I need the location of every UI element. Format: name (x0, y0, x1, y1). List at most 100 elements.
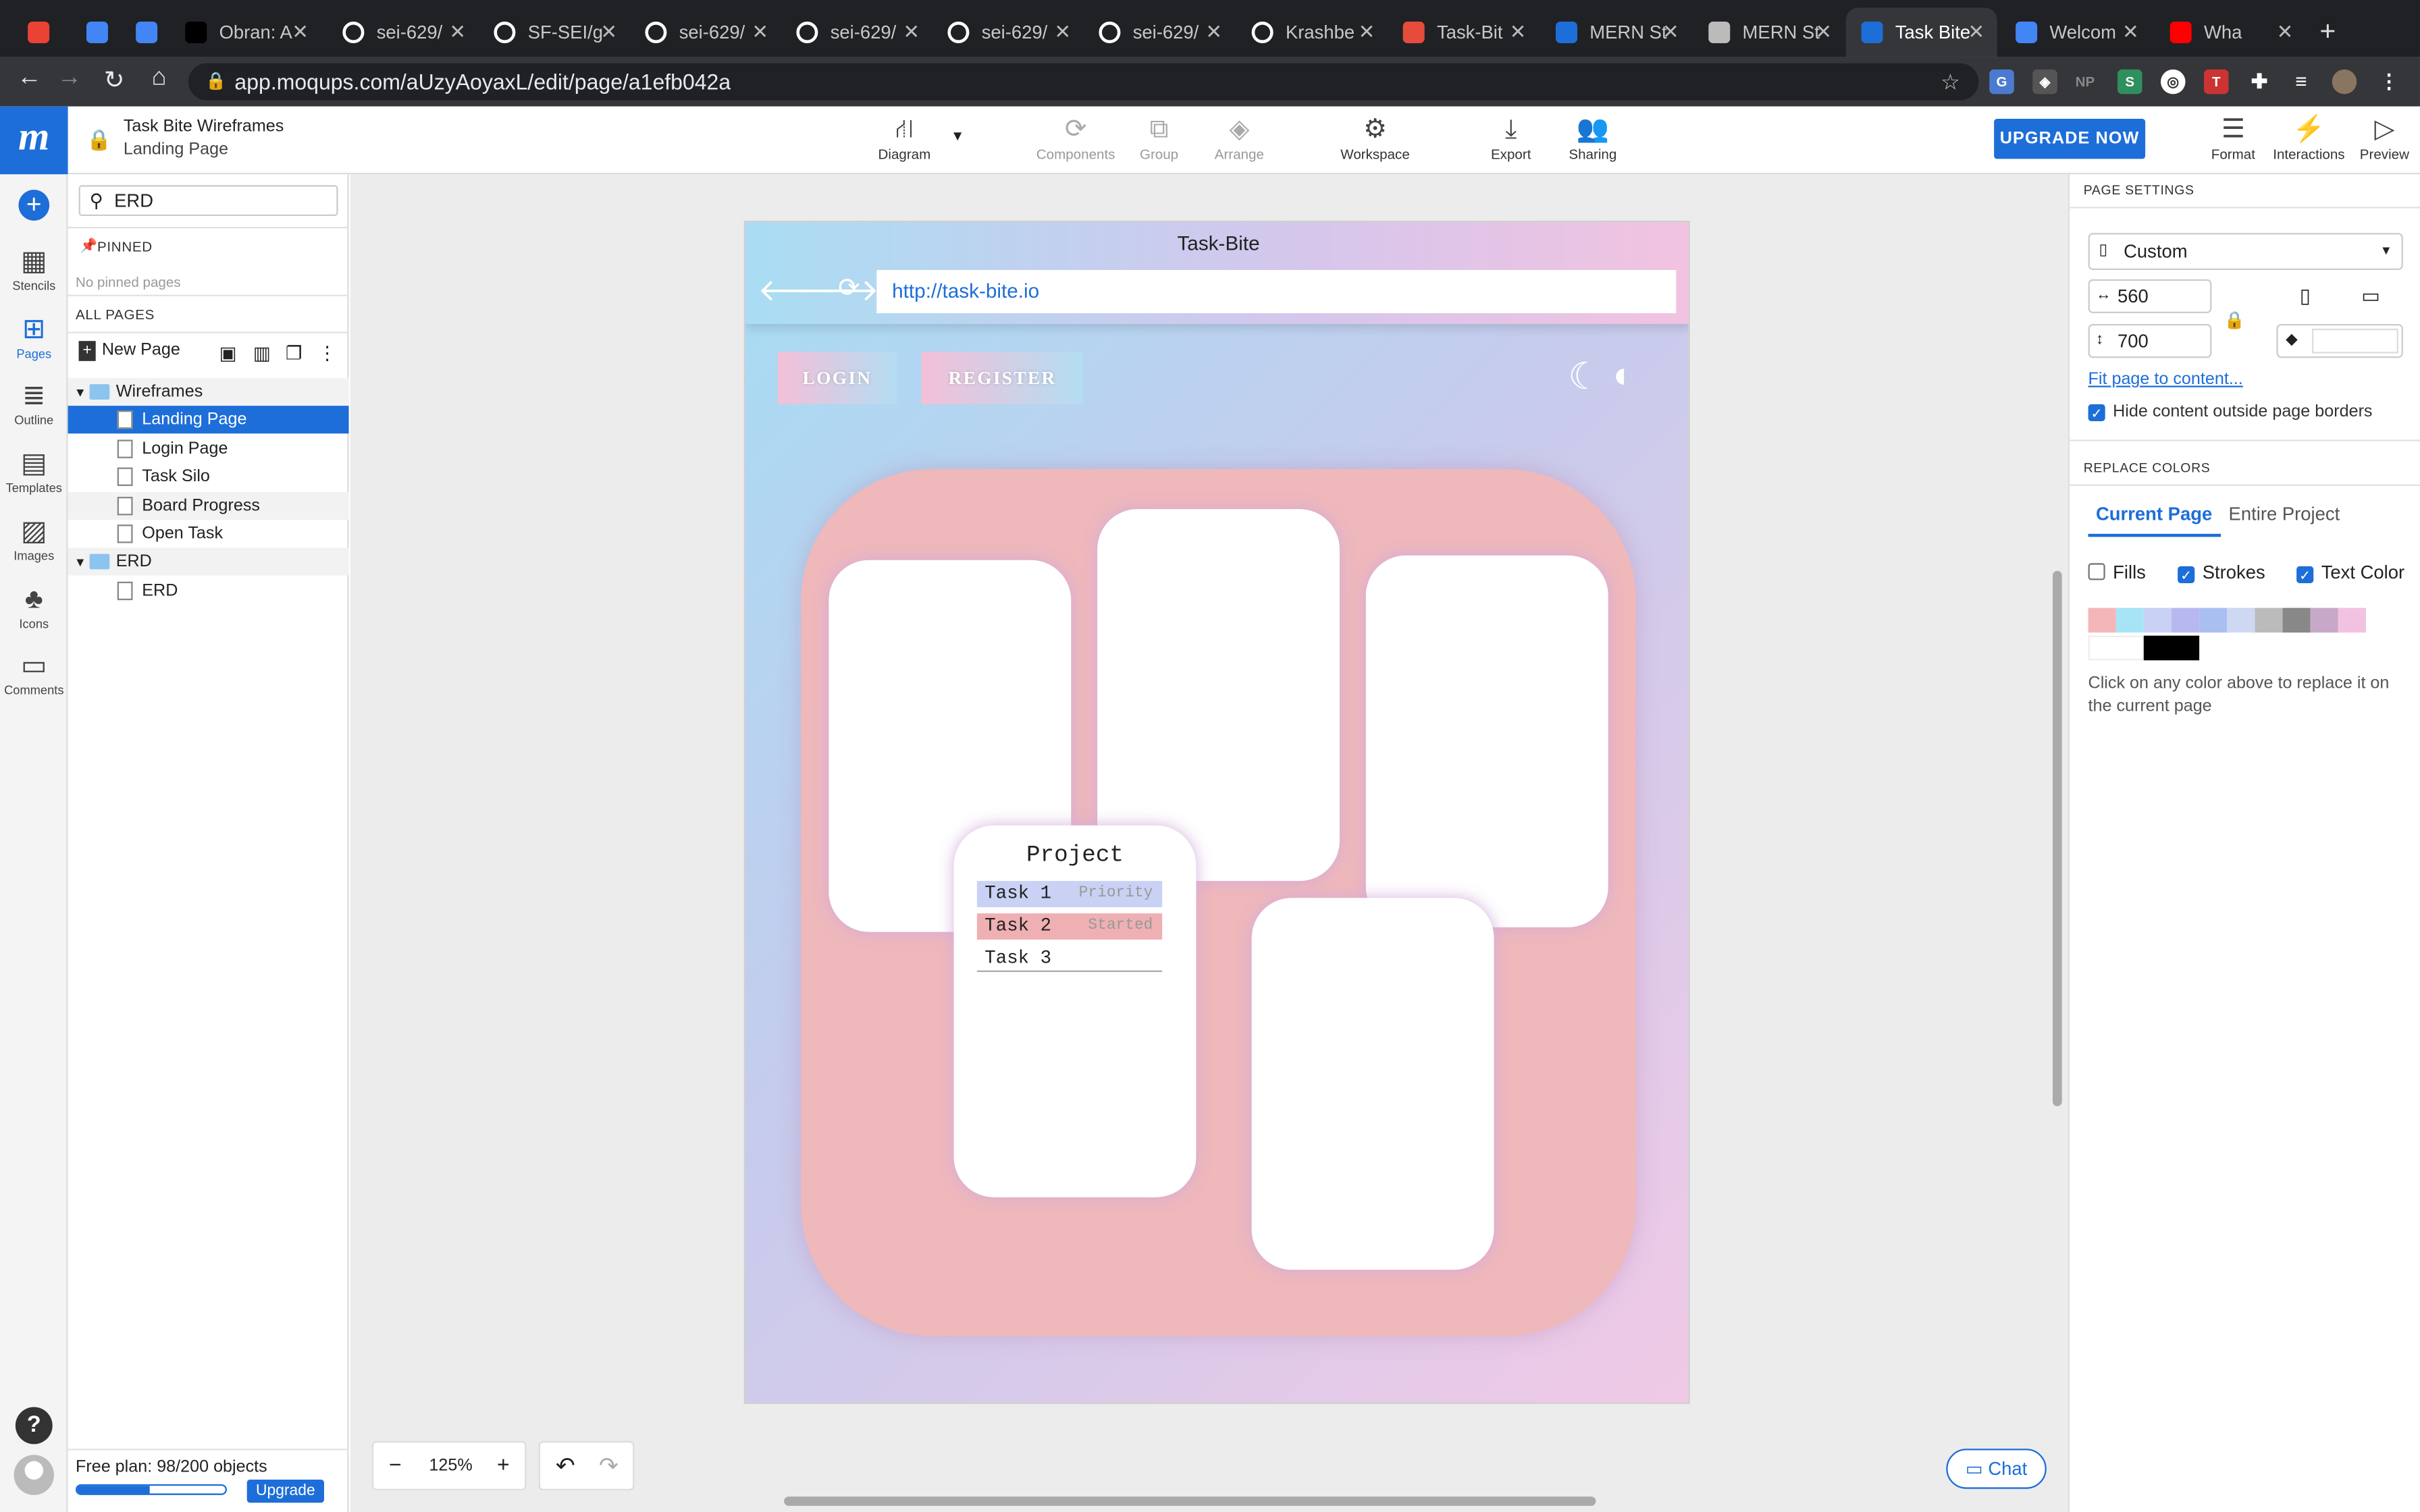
color-swatch[interactable] (2115, 608, 2144, 633)
color-swatch[interactable] (2227, 608, 2255, 633)
page-height-input[interactable]: ↕ 700 (2088, 323, 2212, 358)
color-swatch[interactable] (2338, 608, 2366, 633)
close-tab-icon[interactable]: ✕ (449, 20, 466, 45)
reload-icon[interactable]: ↻ (97, 65, 131, 96)
tree-page[interactable]: Landing Page (68, 406, 349, 434)
np-extension-icon[interactable]: NP (2073, 70, 2098, 94)
mockup-register-button[interactable]: REGISTER (921, 352, 1084, 404)
close-tab-icon[interactable]: ✕ (1205, 20, 1222, 45)
caret-down-icon[interactable]: ▼ (74, 556, 90, 570)
more-icon[interactable]: ⋮ (318, 342, 336, 364)
browser-tab[interactable]: MERN St ✕ (1540, 7, 1691, 57)
browser-tab[interactable]: Task-Bit ✕ (1388, 7, 1539, 57)
preview-button[interactable]: ▷ Preview (2357, 113, 2412, 162)
moqups-logo[interactable]: m (0, 106, 68, 175)
chat-button[interactable]: ▭ Chat (1946, 1449, 2047, 1489)
pages-search-input[interactable]: ⚲ ERD (78, 185, 338, 216)
redo-icon[interactable]: ↷ (599, 1452, 619, 1480)
media-icon[interactable]: ≡ (2289, 70, 2314, 94)
help-icon[interactable]: ? (15, 1407, 53, 1444)
mockup-url-field[interactable]: http://task-bite.io (876, 269, 1677, 313)
browser-tab[interactable]: Task Bite ✕ (1845, 7, 1997, 57)
color-swatch[interactable] (2088, 635, 2144, 661)
trash-icon[interactable]: ▥ (253, 342, 271, 364)
browser-tab[interactable]: sei-629/ ✕ (1084, 7, 1235, 57)
browser-tab[interactable]: Wha ✕ (2155, 7, 2306, 57)
color-swatch[interactable] (2310, 608, 2338, 633)
tab-current-page[interactable]: Current Page (2096, 503, 2212, 524)
tree-page[interactable]: Task Silo (68, 463, 349, 491)
close-tab-icon[interactable]: ✕ (1359, 20, 1375, 45)
sharing-button[interactable]: 👥 Sharing (1563, 113, 1622, 162)
tree-page[interactable]: Board Progress (68, 492, 349, 520)
interactions-button[interactable]: ⚡ Interactions (2270, 113, 2347, 162)
arrange-button[interactable]: ◈ Arrange (1210, 113, 1269, 162)
rail-outline[interactable]: ≣ Outline (0, 377, 68, 427)
undo-icon[interactable]: ↶ (556, 1452, 575, 1480)
browser-tab[interactable] (71, 7, 124, 57)
close-tab-icon[interactable]: ✕ (1815, 20, 1832, 45)
browser-tab[interactable]: sei-629/ ✕ (327, 7, 479, 57)
new-tab-icon[interactable]: + (2319, 16, 2336, 48)
url-input[interactable]: 🔒 app.moqups.com/aUzyAoyaxL/edit/page/a1… (188, 63, 1979, 101)
close-tab-icon[interactable]: ✕ (752, 20, 768, 45)
brightness-icon[interactable]: ◐ (1613, 355, 1635, 398)
zoom-out-button[interactable]: − (389, 1452, 402, 1477)
duplicate-icon[interactable]: ❐ (286, 342, 302, 364)
close-tab-icon[interactable]: ✕ (292, 20, 309, 45)
page-width-input[interactable]: ↔ 560 (2088, 279, 2212, 313)
close-tab-icon[interactable]: ✕ (1662, 20, 1679, 45)
portrait-icon[interactable]: ▯ (2300, 284, 2311, 309)
color-swatch[interactable] (2255, 608, 2283, 633)
browser-tab[interactable]: Welcom ✕ (2000, 7, 2151, 57)
horizontal-scrollbar[interactable] (784, 1496, 1596, 1506)
browser-tab[interactable]: Obran: A ✕ (169, 7, 321, 57)
components-button[interactable]: ⟳ Components (1031, 113, 1121, 162)
color-swatch[interactable] (2088, 608, 2116, 633)
s-extension-icon[interactable]: S (2117, 69, 2142, 94)
landscape-icon[interactable]: ▭ (2361, 284, 2380, 309)
diagram-button[interactable]: ⛙ Diagram (874, 113, 935, 162)
browser-tab[interactable]: SF-SEI/g ✕ (479, 7, 630, 57)
forward-icon[interactable]: → (53, 65, 86, 92)
close-tab-icon[interactable]: ✕ (1054, 20, 1071, 45)
background-color-field[interactable]: ◆ (2276, 323, 2403, 358)
circle-extension-icon[interactable]: ◎ (2160, 69, 2186, 94)
zoom-in-button[interactable]: + (497, 1452, 510, 1477)
back-icon[interactable]: ← (12, 65, 46, 92)
rail-images[interactable]: ▨ Images (0, 512, 68, 563)
bookmark-star-icon[interactable]: ☆ (1941, 63, 1960, 101)
close-tab-icon[interactable]: ✕ (2277, 20, 2294, 45)
browser-tab[interactable]: Krashbe ✕ (1236, 7, 1388, 57)
home-icon[interactable]: ⌂ (142, 65, 176, 92)
hide-outside-checkbox[interactable]: ✓ Hide content outside page borders (2088, 403, 2373, 421)
upgrade-button[interactable]: Upgrade (246, 1479, 324, 1503)
tab-entire-project[interactable]: Entire Project (2229, 503, 2340, 524)
t-extension-icon[interactable]: T (2203, 69, 2229, 94)
tree-folder[interactable]: ▼ Wireframes (68, 377, 349, 406)
moon-icon[interactable]: ☾ (1568, 355, 1601, 400)
page-preset-select[interactable]: ▯ Custom ▼ (2088, 233, 2403, 270)
close-tab-icon[interactable]: ✕ (2122, 20, 2139, 45)
color-swatch[interactable] (2143, 608, 2172, 633)
rail-icons[interactable]: ♣ Icons (0, 580, 68, 631)
tree-page[interactable]: Open Task (68, 520, 349, 547)
browser-tab[interactable]: sei-629/ ✕ (630, 7, 781, 57)
browser-tab[interactable] (12, 7, 59, 57)
tree-folder[interactable]: ▼ ERD (68, 547, 349, 576)
profile-avatar[interactable] (2332, 69, 2357, 94)
new-folder-icon[interactable]: ▣ (219, 342, 237, 364)
lock-icon[interactable]: 🔒 (86, 128, 111, 153)
format-button[interactable]: ☰ Format (2205, 113, 2261, 162)
puzzle-icon[interactable]: ✚ (2247, 70, 2272, 94)
extension-icon[interactable]: ◈ (2032, 69, 2057, 94)
rail-comments[interactable]: ▭ Comments (0, 647, 68, 697)
strokes-checkbox[interactable]: ✓ Strokes (2178, 562, 2265, 583)
browser-tab[interactable]: sei-629/ ✕ (932, 7, 1084, 57)
mockup-reload-icon[interactable]: ⟳ (838, 273, 860, 304)
new-page-button[interactable]: + New Page (78, 341, 180, 361)
rail-stencils[interactable]: ▦ Stencils (0, 242, 68, 293)
rail-templates[interactable]: ▤ Templates (0, 444, 68, 495)
menu-kebab-icon[interactable]: ⋮ (2377, 70, 2402, 94)
text-color-checkbox[interactable]: ✓ Text Color (2296, 562, 2404, 583)
